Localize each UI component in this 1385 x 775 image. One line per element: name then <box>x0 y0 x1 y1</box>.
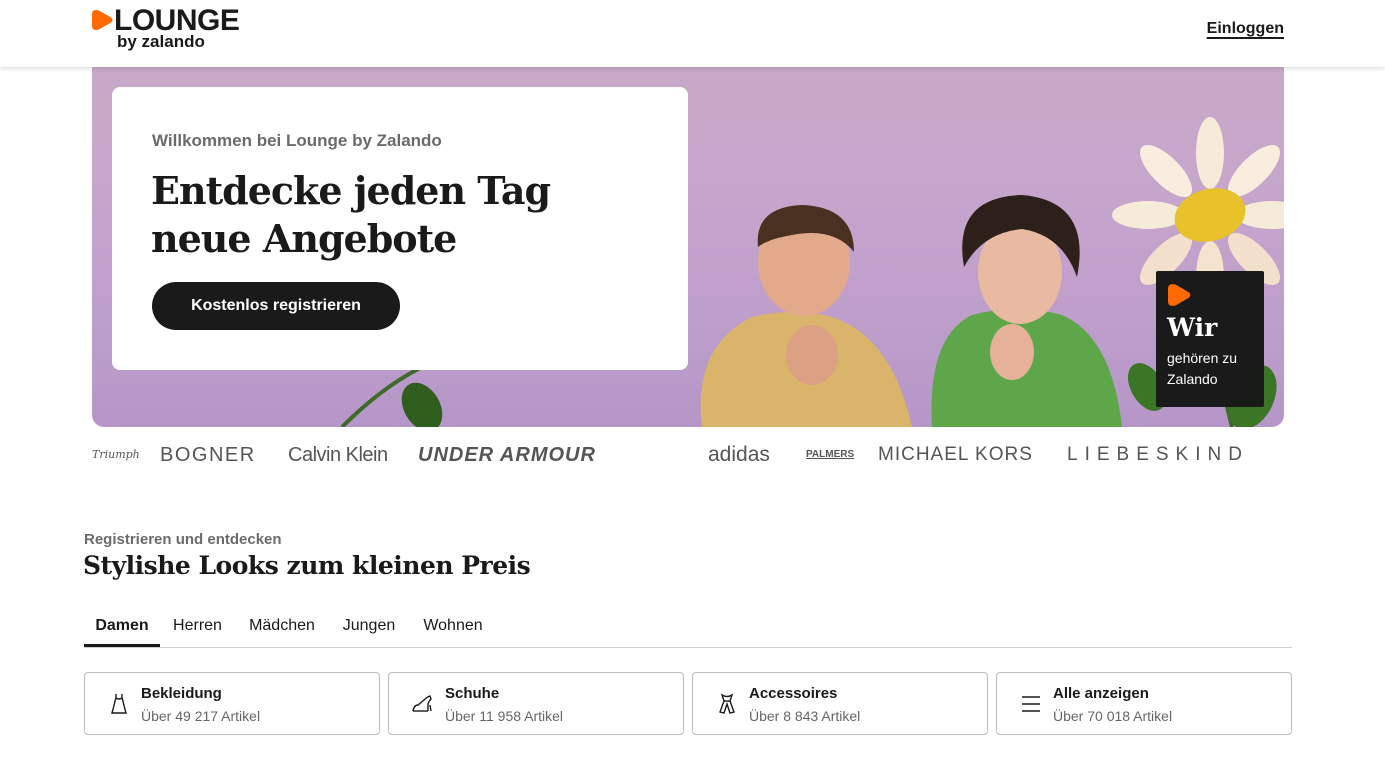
brand-logo-bogner[interactable]: BOGNER <box>160 440 256 470</box>
category-card-bekleidung[interactable]: Bekleidung Über 49 217 Artikel <box>84 672 380 735</box>
badge-title: Wir <box>1167 313 1218 342</box>
brand-logo-under-armour[interactable]: UNDER ARMOUR <box>418 440 596 470</box>
hero-banner: Willkommen bei Lounge by Zalando Entdeck… <box>92 67 1284 427</box>
brand-logo-palmers[interactable]: PALMERS <box>806 440 854 470</box>
brand-strip: Triumph BOGNER Calvin Klein UNDER ARMOUR… <box>92 440 1284 470</box>
list-icon <box>1022 696 1040 712</box>
category-title: Bekleidung <box>141 685 222 702</box>
category-title: Alle anzeigen <box>1053 685 1149 702</box>
play-icon <box>92 10 113 30</box>
tab-wohnen[interactable]: Wohnen <box>409 604 497 646</box>
hero-eyebrow: Willkommen bei Lounge by Zalando <box>152 131 442 150</box>
logo-subline: by zalando <box>117 32 205 51</box>
category-title: Accessoires <box>749 685 838 702</box>
dress-icon <box>111 694 127 714</box>
shoe-icon <box>412 695 432 712</box>
tab-herren[interactable]: Herren <box>160 604 235 646</box>
category-card-accessoires[interactable]: Accessoires Über 8 843 Artikel <box>692 672 988 735</box>
welcome-card: Willkommen bei Lounge by Zalando Entdeck… <box>112 87 688 370</box>
category-card-alle[interactable]: Alle anzeigen Über 70 018 Artikel <box>996 672 1292 735</box>
category-count: Über 8 843 Artikel <box>749 708 861 724</box>
login-link[interactable]: Einloggen <box>1207 20 1284 38</box>
tab-maedchen[interactable]: Mädchen <box>235 604 329 646</box>
zalando-badge: Wir gehören zu Zalando <box>1156 271 1264 407</box>
lounge-logo[interactable]: LOUNGE by zalando <box>92 5 252 53</box>
badge-subtitle: gehören zu Zalando <box>1167 350 1238 387</box>
brand-logo-calvin-klein[interactable]: Calvin Klein <box>288 440 388 470</box>
brand-logo-liebeskind[interactable]: LIEBESKIND <box>1067 440 1249 470</box>
brand-logo-adidas[interactable]: adidas <box>708 440 770 470</box>
scarf-icon <box>719 693 735 714</box>
category-title: Schuhe <box>445 685 500 702</box>
tab-damen[interactable]: Damen <box>84 604 160 647</box>
category-count: Über 49 217 Artikel <box>141 708 261 724</box>
category-count: Über 11 958 Artikel <box>445 708 564 724</box>
category-card-schuhe[interactable]: Schuhe Über 11 958 Artikel <box>388 672 684 735</box>
brand-logo-triumph[interactable]: Triumph <box>92 440 140 470</box>
register-button[interactable]: Kostenlos registrieren <box>152 282 400 330</box>
hero-title: Entdecke jeden Tag neue Angebote <box>151 168 551 261</box>
site-header: LOUNGE by zalando Einloggen <box>0 0 1385 67</box>
brand-logo-michael-kors[interactable]: MICHAEL KORS <box>878 440 1033 470</box>
category-tabs: Damen Herren Mädchen Jungen Wohnen <box>84 604 1292 648</box>
play-icon <box>1168 284 1191 306</box>
section-eyebrow: Registrieren und entdecken <box>84 531 282 548</box>
category-cards: Bekleidung Über 49 217 Artikel Schuhe Üb… <box>84 672 1292 735</box>
section-title: Stylishe Looks zum kleinen Preis <box>83 551 531 580</box>
tab-jungen[interactable]: Jungen <box>329 604 409 646</box>
category-count: Über 70 018 Artikel <box>1053 708 1173 724</box>
